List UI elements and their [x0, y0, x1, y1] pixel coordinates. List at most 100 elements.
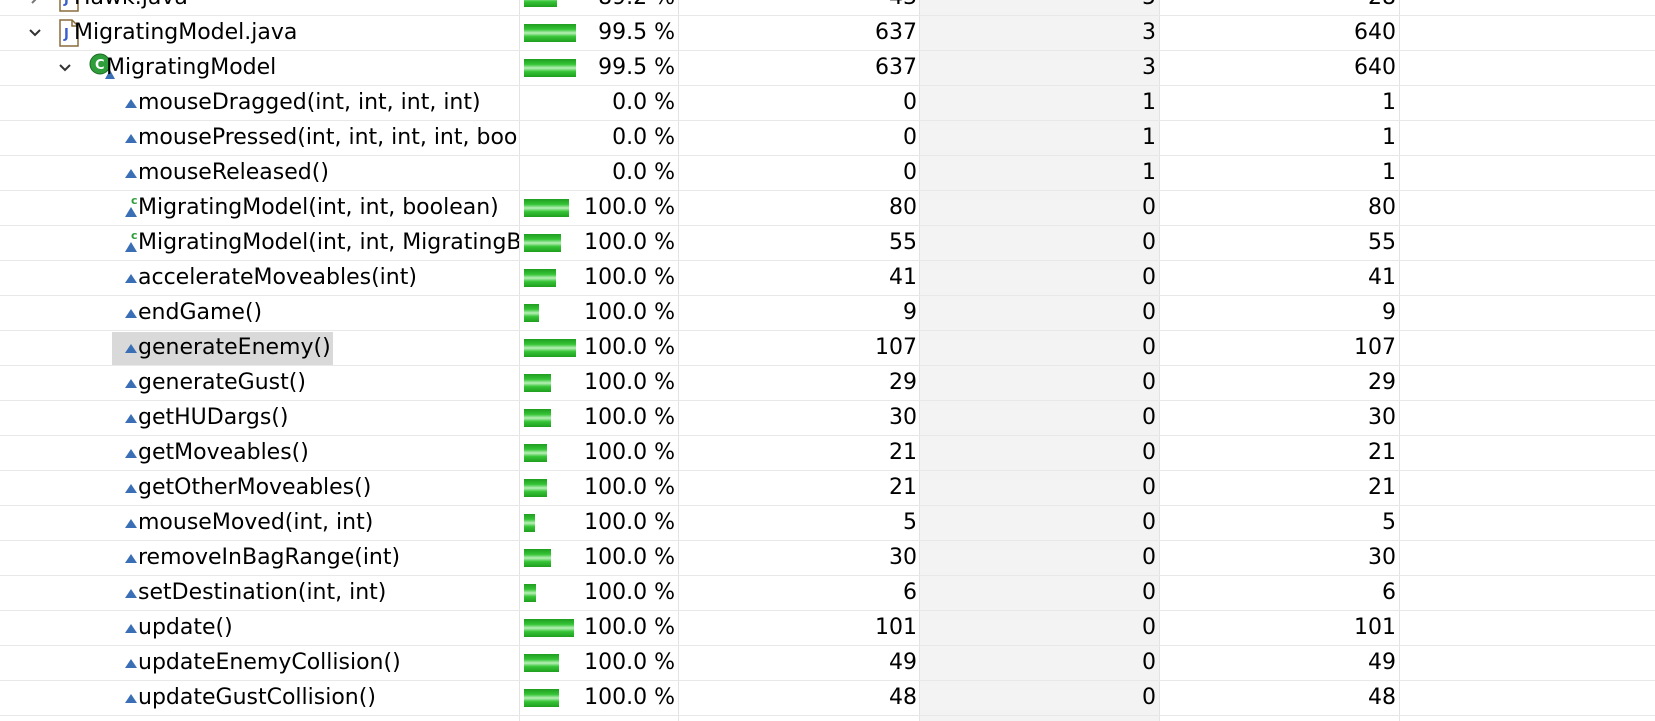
coverage-percent: 0.0 % — [612, 160, 675, 185]
tree-row[interactable]: mouseReleased() 0.0 % 0 1 1 — [0, 156, 1655, 191]
coverage-cell: 0.0 % — [519, 86, 677, 120]
coverage-cell: 100.0 % — [519, 576, 677, 610]
coverage-tree-table: JHawk.java89.2 %43528JMigratingModel.jav… — [0, 0, 1655, 721]
element-name: mouseReleased() — [138, 160, 329, 185]
element-name: endGame() — [138, 300, 263, 325]
total-instructions: 21 — [1368, 475, 1396, 500]
missed-instructions: 0 — [1142, 510, 1156, 535]
element-cell[interactable]: c MigratingModel(int, int, MigratingBird) — [0, 226, 519, 260]
element-cell[interactable]: C MigratingModel — [0, 51, 519, 85]
coverage-cell: 100.0 % — [519, 226, 677, 260]
missed-instructions: 0 — [1142, 650, 1156, 675]
tree-row[interactable]: endGame() 100.0 % 9 0 9 — [0, 296, 1655, 331]
coverage-cell: 100.0 % — [519, 471, 677, 505]
element-name: MigratingModel — [106, 55, 277, 80]
tree-row[interactable]: J MigratingModel.java 99.5 % 637 3 640 — [0, 16, 1655, 51]
coverage-bar — [524, 24, 576, 42]
element-cell[interactable]: removeInBagRange(int) — [0, 541, 519, 575]
element-cell[interactable]: mouseReleased() — [0, 156, 519, 190]
covered-instructions: 21 — [889, 440, 917, 465]
tree-row[interactable]: accelerateMoveables(int) 100.0 % 41 0 41 — [0, 261, 1655, 296]
element-name: setDestination(int, int) — [138, 580, 387, 605]
coverage-cell: 89.2 % — [519, 0, 677, 15]
element-cell[interactable]: updateGustCollision() — [0, 681, 519, 715]
missed-instructions: 3 — [1142, 20, 1156, 45]
svg-text:J: J — [63, 0, 69, 7]
element-cell[interactable]: updateEnemyCollision() — [0, 646, 519, 680]
coverage-percent: 0.0 % — [612, 125, 675, 150]
element-cell[interactable]: generateGust() — [0, 366, 519, 400]
missed-instructions: 0 — [1142, 440, 1156, 465]
element-cell[interactable]: getMoveables() — [0, 436, 519, 470]
coverage-cell: 100.0 % — [519, 541, 677, 575]
element-cell[interactable]: mouseDragged(int, int, int, int) — [0, 86, 519, 120]
element-cell[interactable]: getHUDargs() — [0, 401, 519, 435]
coverage-bar — [524, 689, 559, 707]
element-name: MigratingModel(int, int, MigratingBird) — [138, 230, 519, 255]
total-instructions: 29 — [1368, 370, 1396, 395]
missed-instructions: 0 — [1142, 580, 1156, 605]
tree-row[interactable]: generateGust() 100.0 % 29 0 29 — [0, 366, 1655, 401]
element-cell[interactable]: c MigratingModel(int, int, boolean) — [0, 191, 519, 225]
chevron-down-icon[interactable] — [25, 16, 45, 50]
coverage-bar — [524, 654, 559, 672]
covered-instructions: 21 — [889, 475, 917, 500]
tree-row[interactable]: updateGustCollision() 100.0 % 48 0 48 — [0, 681, 1655, 716]
tree-row[interactable]: c MigratingModel(int, int, boolean) 100.0 … — [0, 191, 1655, 226]
tree-row[interactable]: updateEnemyCollision() 100.0 % 49 0 49 — [0, 646, 1655, 681]
coverage-bar — [524, 374, 551, 392]
covered-instructions: 0 — [903, 160, 917, 185]
tree-row[interactable]: setDestination(int, int) 100.0 % 6 0 6 — [0, 576, 1655, 611]
element-cell[interactable]: update() — [0, 611, 519, 645]
tree-row[interactable]: J Hawk.java 89.2 % 43528 — [0, 0, 1655, 16]
element-cell[interactable]: J Hawk.java — [0, 0, 519, 15]
coverage-percent: 100.0 % — [584, 195, 675, 220]
element-cell[interactable]: J MigratingModel.java — [0, 16, 519, 50]
total-instructions: 55 — [1368, 230, 1396, 255]
covered-instructions: 29 — [889, 370, 917, 395]
covered-instructions: 80 — [889, 195, 917, 220]
missed-instructions: 1 — [1142, 160, 1156, 185]
coverage-percent: 100.0 % — [584, 650, 675, 675]
tree-row[interactable]: mouseMoved(int, int) 100.0 % 5 0 5 — [0, 506, 1655, 541]
element-name: getHUDargs() — [138, 405, 289, 430]
missed-instructions: 0 — [1142, 300, 1156, 325]
chevron-down-icon[interactable] — [55, 51, 75, 85]
tree-row[interactable]: generateEnemy() 100.0 % 107 0 107 — [0, 331, 1655, 366]
element-cell[interactable]: generateEnemy() — [0, 331, 519, 365]
coverage-bar — [524, 619, 574, 637]
tree-row[interactable]: removeInBagRange(int) 100.0 % 30 0 30 — [0, 541, 1655, 576]
tree-row[interactable]: mouseDragged(int, int, int, int) 0.0 % 0 1 1 — [0, 86, 1655, 121]
coverage-percent: 100.0 % — [584, 545, 675, 570]
coverage-percent: 99.5 % — [598, 55, 675, 80]
total-instructions: 1 — [1382, 160, 1396, 185]
element-cell[interactable]: endGame() — [0, 296, 519, 330]
tree-row[interactable]: mousePressed(int, int, int, int, boolean… — [0, 121, 1655, 156]
chevron-right-icon[interactable] — [25, 0, 45, 15]
covered-instructions: 107 — [875, 335, 917, 360]
coverage-percent: 100.0 % — [584, 230, 675, 255]
total-instructions: 49 — [1368, 650, 1396, 675]
element-cell[interactable]: setDestination(int, int) — [0, 576, 519, 610]
coverage-percent: 100.0 % — [584, 685, 675, 710]
covered-instructions: 6 — [903, 580, 917, 605]
element-cell[interactable]: mouseMoved(int, int) — [0, 506, 519, 540]
missed-instructions: 0 — [1142, 615, 1156, 640]
tree-row[interactable]: C MigratingModel 99.5 % 637 3 640 — [0, 51, 1655, 86]
total-instructions: 30 — [1368, 405, 1396, 430]
element-cell[interactable]: getOtherMoveables() — [0, 471, 519, 505]
element-cell[interactable]: mousePressed(int, int, int, int, boolean… — [0, 121, 519, 155]
total-instructions: 41 — [1368, 265, 1396, 290]
covered-instructions: 101 — [875, 615, 917, 640]
missed-instructions: 3 — [1142, 55, 1156, 80]
tree-row[interactable]: getOtherMoveables() 100.0 % 21 0 21 — [0, 471, 1655, 506]
tree-row[interactable]: getHUDargs() 100.0 % 30 0 30 — [0, 401, 1655, 436]
element-name: MigratingModel(int, int, boolean) — [138, 195, 499, 220]
element-cell[interactable]: accelerateMoveables(int) — [0, 261, 519, 295]
coverage-cell: 100.0 % — [519, 436, 677, 470]
tree-row[interactable]: update() 100.0 % 101 0 101 — [0, 611, 1655, 646]
element-name: Hawk.java — [74, 0, 188, 15]
tree-row[interactable]: c MigratingModel(int, int, MigratingBird)… — [0, 226, 1655, 261]
tree-row[interactable]: getMoveables() 100.0 % 21 0 21 — [0, 436, 1655, 471]
svg-text:c: c — [131, 229, 138, 242]
